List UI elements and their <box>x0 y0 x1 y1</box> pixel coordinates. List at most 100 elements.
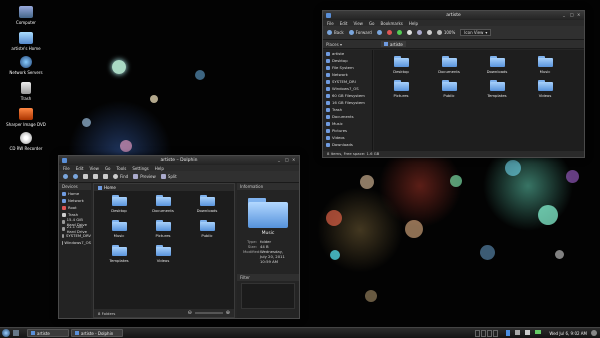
file-item[interactable]: Videos <box>146 245 180 263</box>
close-icon[interactable]: × <box>292 158 296 162</box>
desktop-icon-trash[interactable]: Trash <box>4 82 48 101</box>
clock[interactable]: Wed Jul 6, 9:02 AM <box>549 331 587 336</box>
menu-edit[interactable]: Edit <box>340 21 348 26</box>
network-icon[interactable] <box>515 330 521 335</box>
desktop-icon-cd-recorder[interactable]: CD RW Recorder <box>4 132 48 151</box>
kickoff-menu-icon[interactable] <box>2 329 10 337</box>
pager[interactable] <box>475 329 499 337</box>
file-item[interactable]: Music <box>528 56 562 74</box>
forward-button[interactable] <box>73 174 78 179</box>
close-icon[interactable]: × <box>577 13 581 17</box>
window-titlebar[interactable]: artiste _ □ × <box>323 11 584 20</box>
desktop-icon-home[interactable]: artiste's Home <box>4 32 48 51</box>
show-desktop-icon[interactable] <box>13 330 19 336</box>
file-item[interactable]: Templates <box>480 80 514 98</box>
task-button[interactable]: artiste - Dolphin <box>71 329 123 337</box>
place-item[interactable]: Home <box>59 190 91 197</box>
menu-edit[interactable]: Edit <box>76 166 84 171</box>
desktop-icon-dvd[interactable]: Sharper Image DVD <box>4 108 48 127</box>
place-item[interactable]: SYSTEM_DRI <box>323 78 372 85</box>
reload-button[interactable] <box>396 30 402 35</box>
file-item[interactable]: Desktop <box>384 56 418 74</box>
breadcrumb[interactable]: Home <box>94 184 234 191</box>
menu-bookmarks[interactable]: Bookmarks <box>381 21 403 26</box>
menu-file[interactable]: File <box>63 166 70 171</box>
window-titlebar[interactable]: artiste – Dolphin _ □ × <box>59 156 299 165</box>
place-item[interactable]: 21.1 GiB Hard Drive <box>59 224 91 234</box>
place-item[interactable]: Videos <box>323 134 372 141</box>
view-mode-select[interactable]: Icon View ▾ <box>460 29 492 36</box>
file-item[interactable]: Pictures <box>384 80 418 98</box>
menu-view[interactable]: View <box>353 21 363 26</box>
home-button[interactable] <box>406 30 412 35</box>
place-item[interactable]: Network <box>59 197 91 204</box>
file-item[interactable]: Public <box>432 80 466 98</box>
place-item[interactable]: Documents <box>323 113 372 120</box>
menu-file[interactable]: File <box>327 21 334 26</box>
menu-help[interactable]: Help <box>155 166 164 171</box>
menu-help[interactable]: Help <box>409 21 418 26</box>
desktop-1[interactable] <box>475 329 481 337</box>
computer-button[interactable] <box>416 30 422 35</box>
desktop-2[interactable] <box>481 329 487 337</box>
minimize-icon[interactable]: _ <box>563 13 567 17</box>
battery-icon[interactable] <box>535 330 542 334</box>
cashew-icon[interactable] <box>591 330 597 336</box>
minimize-icon[interactable]: _ <box>278 158 282 162</box>
place-item[interactable]: 16 GB Filesystem <box>323 99 372 106</box>
place-item[interactable]: Desktop <box>323 57 372 64</box>
place-item[interactable]: File System <box>323 64 372 71</box>
place-item[interactable]: Windows7_OS <box>323 85 372 92</box>
file-item[interactable]: Documents <box>146 195 180 213</box>
desktop-4[interactable] <box>493 329 499 337</box>
icons-view-button[interactable] <box>83 174 88 179</box>
split-button[interactable]: Split <box>160 174 177 179</box>
volume-icon[interactable] <box>525 330 531 335</box>
desktop-3[interactable] <box>487 329 493 337</box>
file-item[interactable]: Desktop <box>102 195 136 213</box>
menu-go[interactable]: Go <box>369 21 375 26</box>
preview-button[interactable]: Preview <box>133 174 156 179</box>
zoom-slider[interactable] <box>194 312 223 314</box>
zoom-control[interactable]: 100% <box>436 30 455 35</box>
place-item[interactable]: Trash <box>323 106 372 113</box>
zoom-out-icon[interactable]: ⊖ <box>188 310 192 316</box>
back-button[interactable]: Back <box>327 30 344 35</box>
place-item[interactable]: artiste <box>323 50 372 57</box>
zoom-in-icon[interactable]: ⊕ <box>226 310 230 316</box>
columns-view-button[interactable] <box>103 174 108 179</box>
breadcrumb[interactable]: artiste <box>381 41 406 47</box>
places-selector[interactable]: Places ▾ <box>323 41 373 48</box>
up-button[interactable] <box>376 30 382 35</box>
place-item[interactable]: Pictures <box>323 127 372 134</box>
desktop-icon-network[interactable]: Network Servers <box>4 56 48 75</box>
back-button[interactable] <box>63 174 68 179</box>
maximize-icon[interactable]: □ <box>570 13 574 17</box>
menu-go[interactable]: Go <box>105 166 111 171</box>
place-item[interactable]: Windows7_OS <box>59 239 91 246</box>
menu-view[interactable]: View <box>89 166 99 171</box>
file-item[interactable]: Public <box>190 220 224 238</box>
place-item[interactable]: Downloads <box>323 141 372 148</box>
bluetooth-icon[interactable] <box>506 330 511 336</box>
file-item[interactable]: Templates <box>102 245 136 263</box>
place-item[interactable]: Music <box>323 120 372 127</box>
menu-tools[interactable]: Tools <box>117 166 127 171</box>
file-item[interactable]: Downloads <box>190 195 224 213</box>
forward-button[interactable]: Forward <box>348 30 372 35</box>
place-item[interactable]: Root <box>59 204 91 211</box>
file-item[interactable]: Videos <box>528 80 562 98</box>
place-item[interactable]: 60 GB Filesystem <box>323 92 372 99</box>
details-view-button[interactable] <box>93 174 98 179</box>
file-item[interactable]: Pictures <box>146 220 180 238</box>
file-item[interactable]: Documents <box>432 56 466 74</box>
search-button[interactable] <box>426 30 432 35</box>
task-button[interactable]: artiste <box>27 329 69 337</box>
file-item[interactable]: Music <box>102 220 136 238</box>
stop-button[interactable] <box>386 30 392 35</box>
find-button[interactable]: Find <box>113 174 128 179</box>
file-item[interactable]: Downloads <box>480 56 514 74</box>
place-item[interactable]: SYSTEM_DRV <box>59 232 91 239</box>
desktop-icon-computer[interactable]: Computer <box>4 6 48 25</box>
menu-settings[interactable]: Settings <box>132 166 148 171</box>
